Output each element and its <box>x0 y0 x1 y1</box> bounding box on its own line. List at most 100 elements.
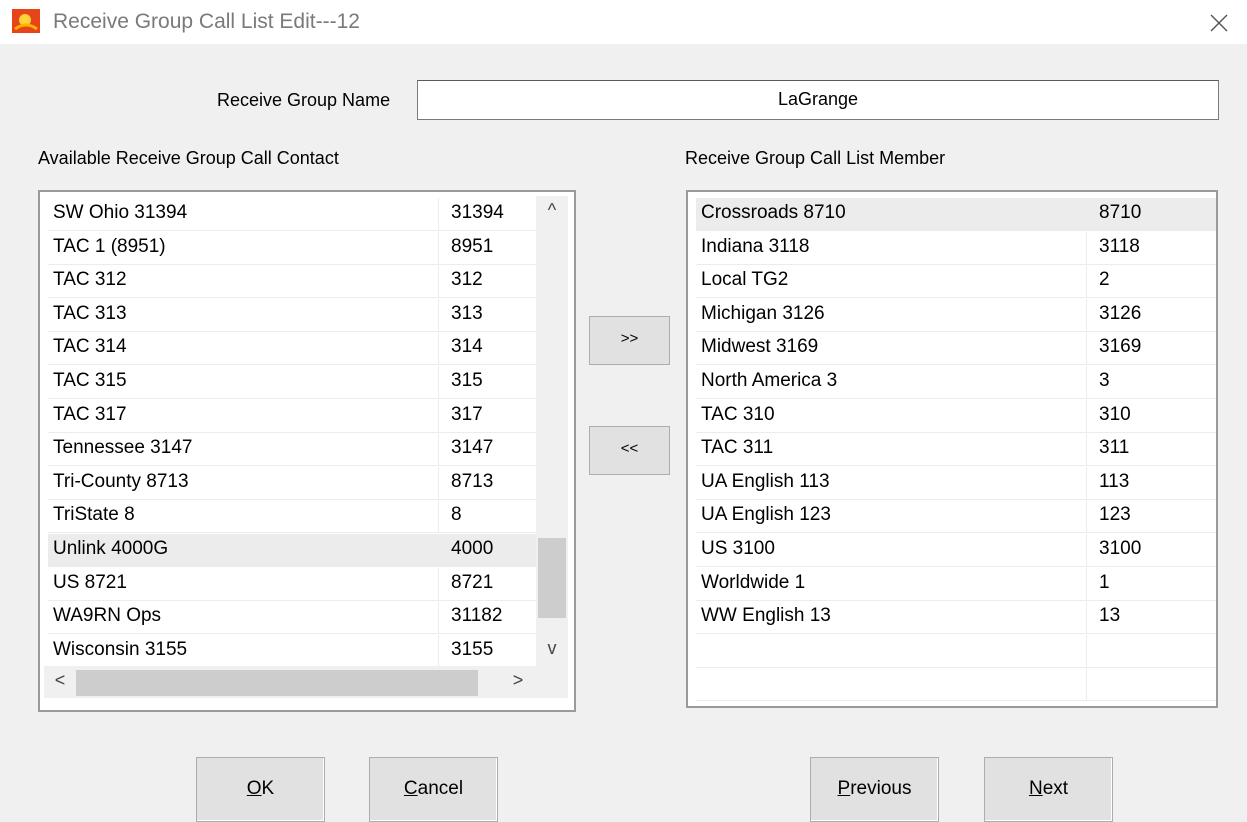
row-id: 313 <box>438 298 483 332</box>
available-contact-row[interactable]: TAC 312 312 <box>48 265 536 299</box>
row-id: 8 <box>438 500 462 534</box>
member-row[interactable]: Local TG2 2 <box>696 265 1216 299</box>
row-name: WW English 13 <box>701 605 831 627</box>
row-name: UA English 113 <box>701 470 830 492</box>
member-list-header: Receive Group Call List Member <box>685 148 946 168</box>
next-label-rest: ext <box>1042 778 1069 799</box>
member-row[interactable]: TAC 310 310 <box>696 399 1216 433</box>
remove-from-members-button[interactable]: << <box>589 426 670 475</box>
available-contact-row[interactable]: TAC 314 314 <box>48 332 536 366</box>
available-contact-row[interactable]: TAC 317 317 <box>48 399 536 433</box>
member-row[interactable]: US 3100 3100 <box>696 534 1216 567</box>
row-id: 3147 <box>438 433 493 467</box>
row-name: TAC 312 <box>53 269 127 291</box>
next-button[interactable]: Next <box>984 757 1113 822</box>
available-contact-row[interactable]: US 8721 8721 <box>48 567 536 601</box>
row-name: Worldwide 1 <box>701 571 806 593</box>
row-name: UA English 123 <box>701 504 831 526</box>
row-name: Midwest 3169 <box>701 336 819 358</box>
row-id: 8713 <box>438 466 493 500</box>
row-id: 2 <box>1086 265 1110 299</box>
row-name: WA9RN Ops <box>53 605 162 627</box>
row-name: TAC 311 <box>701 437 774 459</box>
available-contact-row[interactable]: Wisconsin 3155 3155 <box>48 634 536 668</box>
available-contact-row[interactable]: Unlink 4000G 4000 <box>48 534 536 567</box>
row-name: US 8721 <box>53 571 127 593</box>
available-vertical-scroll-thumb[interactable] <box>538 538 566 618</box>
row-id: 3118 <box>1086 231 1140 265</box>
row-id: 311 <box>1086 433 1129 467</box>
available-contact-row[interactable]: Tennessee 3147 3147 <box>48 433 536 467</box>
row-name: TAC 317 <box>53 403 127 425</box>
member-list[interactable]: Crossroads 8710 8710 Indiana 3118 3118 Local… <box>686 190 1218 708</box>
member-row[interactable]: WW English 13 13 <box>696 601 1216 635</box>
scroll-left-icon[interactable]: < <box>44 670 76 691</box>
row-id: 31394 <box>438 198 504 231</box>
member-row[interactable]: Indiana 3118 3118 <box>696 231 1216 265</box>
member-row[interactable]: Michigan 3126 3126 <box>696 298 1216 332</box>
row-name: Indiana 3118 <box>701 235 810 257</box>
cancel-label-rest: ancel <box>417 778 464 799</box>
available-contact-row[interactable]: TAC 315 315 <box>48 366 536 399</box>
available-contact-row[interactable]: SW Ohio 31394 31394 <box>48 198 536 231</box>
row-id: 4000 <box>438 534 493 567</box>
ok-label-rest: K <box>261 778 275 799</box>
available-contacts-list[interactable]: SW Ohio 31394 31394 TAC 1 (8951) 8951 TAC 31… <box>38 190 576 712</box>
member-row[interactable]: TAC 311 311 <box>696 433 1216 467</box>
row-name: TAC 1 (8951) <box>53 235 166 257</box>
row-id: 315 <box>438 366 483 399</box>
cancel-button[interactable]: Cancel <box>369 757 498 822</box>
row-id: 1 <box>1086 567 1110 601</box>
row-name: TAC 313 <box>53 302 127 324</box>
window-title: Receive Group Call List Edit---12 <box>53 10 360 33</box>
scroll-right-icon[interactable]: > <box>502 670 534 691</box>
available-contact-row[interactable]: Tri-County 8713 8713 <box>48 466 536 500</box>
row-name: TAC 310 <box>701 403 775 425</box>
ok-button[interactable]: OK <box>196 757 325 822</box>
member-row[interactable]: Crossroads 8710 8710 <box>696 198 1216 231</box>
next-mnemonic: N <box>1028 778 1043 799</box>
row-id: 310 <box>1086 399 1131 433</box>
member-row[interactable] <box>696 668 1216 702</box>
previous-label-rest: revious <box>850 778 912 799</box>
member-row[interactable] <box>696 634 1216 668</box>
receive-group-name-input[interactable]: LaGrange <box>417 80 1219 120</box>
row-name: Local TG2 <box>701 269 789 291</box>
row-id: 3100 <box>1086 534 1141 567</box>
app-icon <box>12 9 40 33</box>
member-row[interactable]: UA English 113 113 <box>696 466 1216 500</box>
close-icon[interactable] <box>1204 8 1234 38</box>
row-id <box>1086 634 1099 668</box>
available-contact-row[interactable]: WA9RN Ops 31182 <box>48 601 536 635</box>
available-contact-row[interactable]: TAC 1 (8951) 8951 <box>48 231 536 265</box>
row-id: 113 <box>1086 466 1129 500</box>
row-id: 13 <box>1086 601 1120 635</box>
member-row[interactable]: UA English 123 123 <box>696 500 1216 534</box>
row-name: Crossroads 8710 <box>701 202 846 223</box>
row-name: Tennessee 3147 <box>53 437 193 459</box>
member-row[interactable]: Worldwide 1 1 <box>696 567 1216 601</box>
previous-button[interactable]: Previous <box>810 757 939 822</box>
row-id <box>1086 668 1099 702</box>
member-row[interactable]: North America 3 3 <box>696 366 1216 399</box>
available-contact-row[interactable]: TriState 8 8 <box>48 500 536 534</box>
scroll-up-icon[interactable]: ^ <box>536 200 568 221</box>
available-contact-row[interactable]: TAC 313 313 <box>48 298 536 332</box>
add-to-members-button[interactable]: >> <box>589 316 670 365</box>
row-id: 8951 <box>438 231 493 265</box>
row-name: Tri-County 8713 <box>53 470 189 492</box>
row-name: North America 3 <box>701 370 838 391</box>
row-id: 3 <box>1086 366 1110 399</box>
available-horizontal-scroll-thumb[interactable] <box>76 670 478 696</box>
row-name: TriState 8 <box>53 504 135 526</box>
row-id: 31182 <box>438 601 502 635</box>
title-bar: Receive Group Call List Edit---12 <box>0 0 1247 44</box>
row-name: TAC 314 <box>53 336 127 358</box>
row-name: Unlink 4000G <box>53 538 169 559</box>
available-list-header: Available Receive Group Call Contact <box>38 148 339 168</box>
row-id: 3169 <box>1086 332 1141 366</box>
member-row[interactable]: Midwest 3169 3169 <box>696 332 1216 366</box>
scroll-down-icon[interactable]: v <box>536 638 568 659</box>
row-name: TAC 315 <box>53 370 127 391</box>
row-name: SW Ohio 31394 <box>53 202 188 223</box>
